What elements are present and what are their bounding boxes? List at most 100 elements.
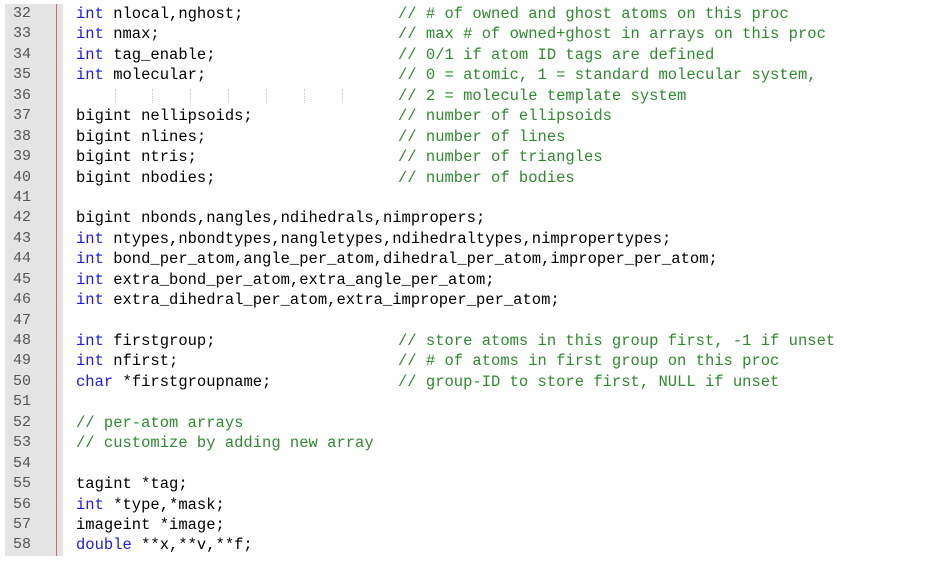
line-number: 56 — [12, 495, 31, 513]
trailing-comment: // number of ellipsoids — [398, 107, 612, 126]
code-line[interactable]: 35 int molecular; // 0 = atomic, 1 = stand… — [0, 65, 947, 85]
line-number: 50 — [12, 372, 31, 390]
line-number: 45 — [12, 270, 31, 288]
code-line[interactable]: 44 int bond_per_atom,angle_per_atom,dihed… — [0, 249, 947, 269]
code-line[interactable]: 37 bigint nellipsoids; // number of ellips… — [0, 106, 947, 126]
code-line[interactable]: 57 imageint *image; — [0, 515, 947, 535]
line-number: 53 — [12, 434, 31, 452]
code-token: extra_bond_per_atom,extra_angle_per_atom… — [103, 270, 495, 289]
code-line[interactable]: 56 int *type,*mask; — [0, 495, 947, 515]
code-text[interactable]: int nmax; — [76, 24, 160, 44]
line-number: 54 — [12, 454, 31, 472]
indent-guide — [115, 88, 116, 103]
line-number: 47 — [12, 311, 31, 329]
inline-comment: // per-atom arrays — [76, 413, 244, 432]
code-line[interactable]: 45 int extra_bond_per_atom,extra_angle_pe… — [0, 270, 947, 290]
code-text[interactable]: double **x,**v,**f; — [76, 535, 253, 555]
code-text[interactable]: int extra_bond_per_atom,extra_angle_per_… — [76, 270, 495, 290]
code-line[interactable]: 32 int nlocal,nghost; // # of owned and gh… — [0, 4, 947, 24]
code-token: bigint nellipsoids; — [76, 107, 253, 126]
code-text[interactable]: int bond_per_atom,angle_per_atom,dihedra… — [76, 249, 718, 269]
code-token: **x,**v,**f; — [131, 536, 253, 555]
code-text[interactable]: bigint nbodies; — [76, 168, 216, 188]
trailing-comment: // 0 = atomic, 1 = standard molecular sy… — [398, 66, 817, 85]
line-number: 36 — [12, 86, 31, 104]
code-text[interactable]: int nlocal,nghost; — [76, 4, 243, 24]
code-line[interactable]: 47 — [0, 311, 947, 331]
code-text[interactable]: int ntypes,nbondtypes,nangletypes,ndihed… — [76, 229, 671, 249]
code-token: bigint ntris; — [76, 148, 197, 167]
code-token: ntypes,nbondtypes,nangletypes,ndihedralt… — [103, 229, 672, 248]
indent-guide — [152, 88, 153, 103]
code-text[interactable]: bigint ntris; — [76, 147, 197, 167]
code-line[interactable]: 58 double **x,**v,**f; — [0, 535, 947, 555]
code-token: tagint *tag; — [76, 475, 188, 494]
code-token: extra_dihedral_per_atom,extra_improper_p… — [103, 291, 560, 310]
code-line[interactable]: 41 — [0, 188, 947, 208]
code-line[interactable]: 46 int extra_dihedral_per_atom,extra_impr… — [0, 290, 947, 310]
keyword-token: int — [76, 270, 104, 289]
code-line[interactable]: 33 int nmax; // max # of owned+ghost in ar… — [0, 24, 947, 44]
line-number: 33 — [12, 25, 31, 43]
code-line[interactable]: 36 // 2 = molecule template system — [0, 86, 947, 106]
code-line[interactable]: 39 bigint ntris; // number of triangles — [0, 147, 947, 167]
code-text[interactable]: int nfirst; — [76, 351, 178, 371]
trailing-comment: // number of triangles — [398, 148, 603, 167]
code-text[interactable]: int firstgroup; — [76, 331, 216, 351]
code-line[interactable]: 42 bigint nbonds,nangles,ndihedrals,nimpr… — [0, 208, 947, 228]
code-token: imageint *image; — [76, 515, 225, 534]
keyword-token: int — [76, 25, 104, 44]
line-number: 42 — [12, 209, 31, 227]
code-text[interactable]: int tag_enable; — [76, 45, 216, 65]
code-text[interactable]: // per-atom arrays — [76, 413, 243, 433]
code-line[interactable]: 53 // customize by adding new array — [0, 433, 947, 453]
line-number: 52 — [12, 413, 31, 431]
trailing-comment: // 0/1 if atom ID tags are defined — [398, 45, 715, 64]
keyword-token: int — [76, 66, 104, 85]
code-text[interactable]: tagint *tag; — [76, 474, 188, 494]
code-token: nfirst; — [103, 352, 179, 371]
line-number: 49 — [12, 352, 31, 370]
line-number: 55 — [12, 475, 31, 493]
code-token: tag_enable; — [103, 45, 216, 64]
line-number: 51 — [12, 393, 31, 411]
indent-guide — [228, 88, 229, 103]
code-token: nmax; — [103, 25, 160, 44]
code-line[interactable]: 54 — [0, 454, 947, 474]
code-line[interactable]: 43 int ntypes,nbondtypes,nangletypes,ndih… — [0, 229, 947, 249]
line-number: 39 — [12, 148, 31, 166]
code-editor[interactable]: 32 int nlocal,nghost; // # of owned and gh… — [0, 4, 947, 556]
code-text[interactable]: imageint *image; — [76, 515, 225, 535]
indent-guide — [266, 88, 267, 103]
code-text[interactable]: char *firstgroupname; — [76, 372, 271, 392]
line-number: 44 — [12, 250, 31, 268]
code-token: firstgroup; — [103, 332, 216, 350]
code-line[interactable]: 34 int tag_enable; // 0/1 if atom ID tags … — [0, 45, 947, 65]
code-line[interactable]: 51 — [0, 392, 947, 412]
code-line[interactable]: 38 bigint nlines; // number of lines — [0, 127, 947, 147]
keyword-token: int — [76, 45, 104, 64]
code-text[interactable]: bigint nbonds,nangles,ndihedrals,nimprop… — [76, 208, 485, 228]
code-token: nlocal,nghost; — [103, 5, 244, 23]
keyword-token: int — [76, 495, 104, 514]
code-line[interactable]: 40 bigint nbodies; // number of bodies — [0, 168, 947, 188]
code-text[interactable]: int molecular; — [76, 65, 206, 85]
code-line[interactable]: 52 // per-atom arrays — [0, 413, 947, 433]
code-text[interactable]: bigint nellipsoids; — [76, 106, 253, 126]
code-line[interactable]: 48 int firstgroup; // store atoms in this … — [0, 331, 947, 351]
line-number: 34 — [12, 45, 31, 63]
code-line[interactable]: 49 int nfirst; // # of atoms in first grou… — [0, 351, 947, 371]
code-token: bigint nbodies; — [76, 168, 216, 187]
keyword-token: double — [76, 536, 132, 555]
code-text[interactable]: int extra_dihedral_per_atom,extra_improp… — [76, 290, 560, 310]
code-line[interactable]: 55 tagint *tag; — [0, 474, 947, 494]
code-text[interactable]: bigint nlines; — [76, 127, 206, 147]
line-number: 46 — [12, 291, 31, 309]
code-lines[interactable]: 32 int nlocal,nghost; // # of owned and gh… — [0, 4, 947, 556]
keyword-token: int — [76, 229, 104, 248]
trailing-comment: // max # of owned+ghost in arrays on thi… — [398, 25, 826, 44]
code-token: molecular; — [103, 66, 207, 85]
code-text[interactable]: int *type,*mask; — [76, 495, 225, 515]
code-text[interactable]: // customize by adding new array — [76, 433, 374, 453]
code-line[interactable]: 50 char *firstgroupname; // group-ID to st… — [0, 372, 947, 392]
